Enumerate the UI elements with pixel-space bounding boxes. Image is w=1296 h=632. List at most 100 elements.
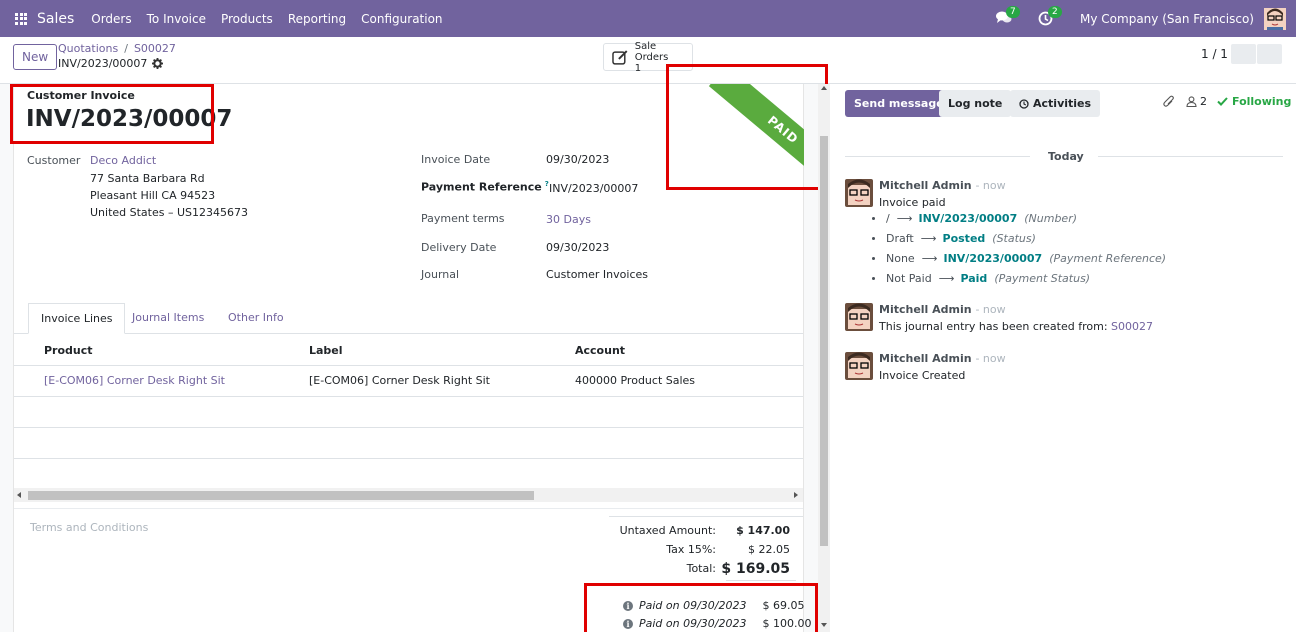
author-avatar[interactable] — [845, 303, 873, 331]
activities-badge: 2 — [1048, 5, 1062, 18]
activities-icon[interactable]: 2 — [1038, 5, 1062, 27]
vertical-scrollbar[interactable] — [818, 84, 830, 632]
menu-orders[interactable]: Orders — [91, 12, 131, 26]
invoice-lines-table: Product Label Account [E-COM06] Corner D… — [14, 334, 803, 490]
following-label: Following — [1232, 95, 1292, 108]
paperclip-icon[interactable] — [1163, 95, 1175, 108]
delivery-date-label: Delivery Date — [421, 241, 497, 254]
payment-terms-field[interactable]: 30 Days — [546, 213, 591, 226]
column-header-label[interactable]: Label — [309, 344, 343, 357]
highlight-box-title — [10, 84, 214, 144]
table-row-empty — [14, 459, 803, 490]
table-row-empty — [14, 428, 803, 459]
author-avatar[interactable] — [845, 179, 873, 207]
breadcrumb-order[interactable]: S00027 — [134, 42, 176, 55]
record-name: INV/2023/00007 — [58, 57, 148, 70]
tracking-old: None — [886, 252, 915, 265]
payment-ref-label: Payment Reference? — [421, 180, 549, 194]
messages-icon[interactable]: 7 — [996, 5, 1020, 27]
edit-icon — [612, 49, 628, 65]
journal-field[interactable]: Customer Invoices — [546, 268, 648, 281]
terms-and-conditions-field[interactable]: Terms and Conditions — [30, 521, 148, 534]
total-value: $ 169.05 — [721, 561, 790, 577]
tracking-value: Draft ⟶ Posted (Status) — [872, 232, 1036, 245]
highlight-box-ribbon — [666, 64, 828, 190]
tracking-value: Not Paid ⟶ Paid (Payment Status) — [872, 272, 1090, 285]
breadcrumb: Quotations / S00027 — [58, 42, 176, 55]
customer-address-line: Pleasant Hill CA 94523 — [90, 189, 216, 202]
delivery-date-field[interactable]: 09/30/2023 — [546, 241, 609, 254]
tracking-field: (Payment Status) — [994, 272, 1091, 285]
breadcrumb-quotations[interactable]: Quotations — [58, 42, 118, 55]
customer-name[interactable]: Deco Addict — [90, 154, 156, 167]
cell-account[interactable]: 400000 Product Sales — [575, 374, 695, 387]
tracking-new: Paid — [960, 272, 988, 285]
tracking-new: INV/2023/00007 — [918, 212, 1018, 225]
message-author[interactable]: Mitchell Admin — [879, 303, 972, 316]
tax-value: $ 22.05 — [748, 543, 790, 556]
main-menu: Orders To Invoice Products Reporting Con… — [91, 12, 457, 26]
column-header-product[interactable]: Product — [44, 344, 93, 357]
message-body-link[interactable]: S00027 — [1111, 320, 1153, 333]
highlight-box-payments — [584, 583, 818, 632]
user-avatar[interactable] — [1264, 7, 1286, 30]
clock-icon — [1019, 98, 1029, 109]
tracking-old: Not Paid — [886, 272, 932, 285]
gear-icon[interactable] — [152, 58, 164, 69]
untaxed-amount-label: Untaxed Amount: — [619, 524, 716, 537]
pager-value[interactable]: 1 / 1 — [1201, 47, 1228, 61]
menu-reporting[interactable]: Reporting — [288, 12, 346, 26]
message-author[interactable]: Mitchell Admin — [879, 179, 972, 192]
tab-other-info[interactable]: Other Info — [216, 303, 296, 334]
send-message-button[interactable]: Send message — [845, 90, 953, 117]
invoice-date-field[interactable]: 09/30/2023 — [546, 153, 609, 166]
activities-button-label: Activities — [1033, 97, 1092, 110]
pager-previous-button[interactable] — [1231, 44, 1256, 64]
log-note-button[interactable]: Log note — [939, 90, 1012, 117]
chatter-panel: Send message Log note Activities 2 Follo… — [830, 84, 1296, 632]
message-author[interactable]: Mitchell Admin — [879, 352, 972, 365]
payment-ref-field[interactable]: INV/2023/00007 — [549, 182, 638, 195]
form-area: Customer Invoice INV/2023/00007 PAID Cus… — [0, 64, 830, 632]
cell-product[interactable]: [E-COM06] Corner Desk Right Sit — [44, 374, 225, 387]
menu-configuration[interactable]: Configuration — [361, 12, 442, 26]
cell-label[interactable]: [E-COM06] Corner Desk Right Sit — [309, 374, 490, 387]
tab-journal-items[interactable]: Journal Items — [120, 303, 216, 334]
top-navbar: Sales Orders To Invoice Products Reporti… — [0, 0, 1296, 37]
journal-label: Journal — [421, 268, 460, 281]
tracking-field: (Number) — [1024, 212, 1078, 225]
pager-next-button[interactable] — [1257, 44, 1282, 64]
message-time: - now — [975, 303, 1006, 316]
column-header-account[interactable]: Account — [575, 344, 625, 357]
activities-button[interactable]: Activities — [1010, 90, 1101, 117]
new-button[interactable]: New — [13, 44, 58, 70]
table-row-empty — [14, 397, 803, 428]
company-switcher[interactable]: My Company (San Francisco) — [1080, 12, 1254, 26]
customer-address-line: 77 Santa Barbara Rd — [90, 172, 205, 185]
tracking-new: Posted — [942, 232, 986, 245]
customer-label: Customer — [27, 154, 81, 167]
tracking-old: Draft — [886, 232, 914, 245]
messages-badge: 7 — [1006, 5, 1020, 18]
followers-icon[interactable] — [1186, 96, 1197, 107]
table-row[interactable]: [E-COM06] Corner Desk Right Sit [E-COM06… — [14, 366, 803, 397]
tracking-old: / — [886, 212, 890, 225]
menu-products[interactable]: Products — [221, 12, 273, 26]
following-button[interactable]: Following — [1217, 95, 1291, 108]
untaxed-amount-value: $ 147.00 — [736, 524, 790, 537]
menu-to-invoice[interactable]: To Invoice — [147, 12, 206, 26]
smart-button-label: Sale Orders — [634, 40, 669, 63]
tracking-new: INV/2023/00007 — [943, 252, 1043, 265]
author-avatar[interactable] — [845, 352, 873, 380]
app-name[interactable]: Sales — [37, 11, 74, 27]
tab-invoice-lines[interactable]: Invoice Lines — [28, 303, 126, 334]
message-time: - now — [975, 352, 1006, 365]
message-body: Invoice Created — [879, 369, 966, 382]
followers-count[interactable]: 2 — [1200, 95, 1207, 108]
apps-menu-icon[interactable] — [15, 12, 27, 25]
notebook-tabs: Invoice Lines Journal Items Other Info — [14, 303, 803, 334]
horizontal-scrollbar[interactable] — [14, 488, 803, 502]
tracking-value: / ⟶ INV/2023/00007 (Number) — [872, 212, 1077, 225]
date-separator-label: Today — [1048, 150, 1084, 163]
control-panel: New Quotations / S00027 INV/2023/00007 Sal… — [0, 37, 1296, 84]
